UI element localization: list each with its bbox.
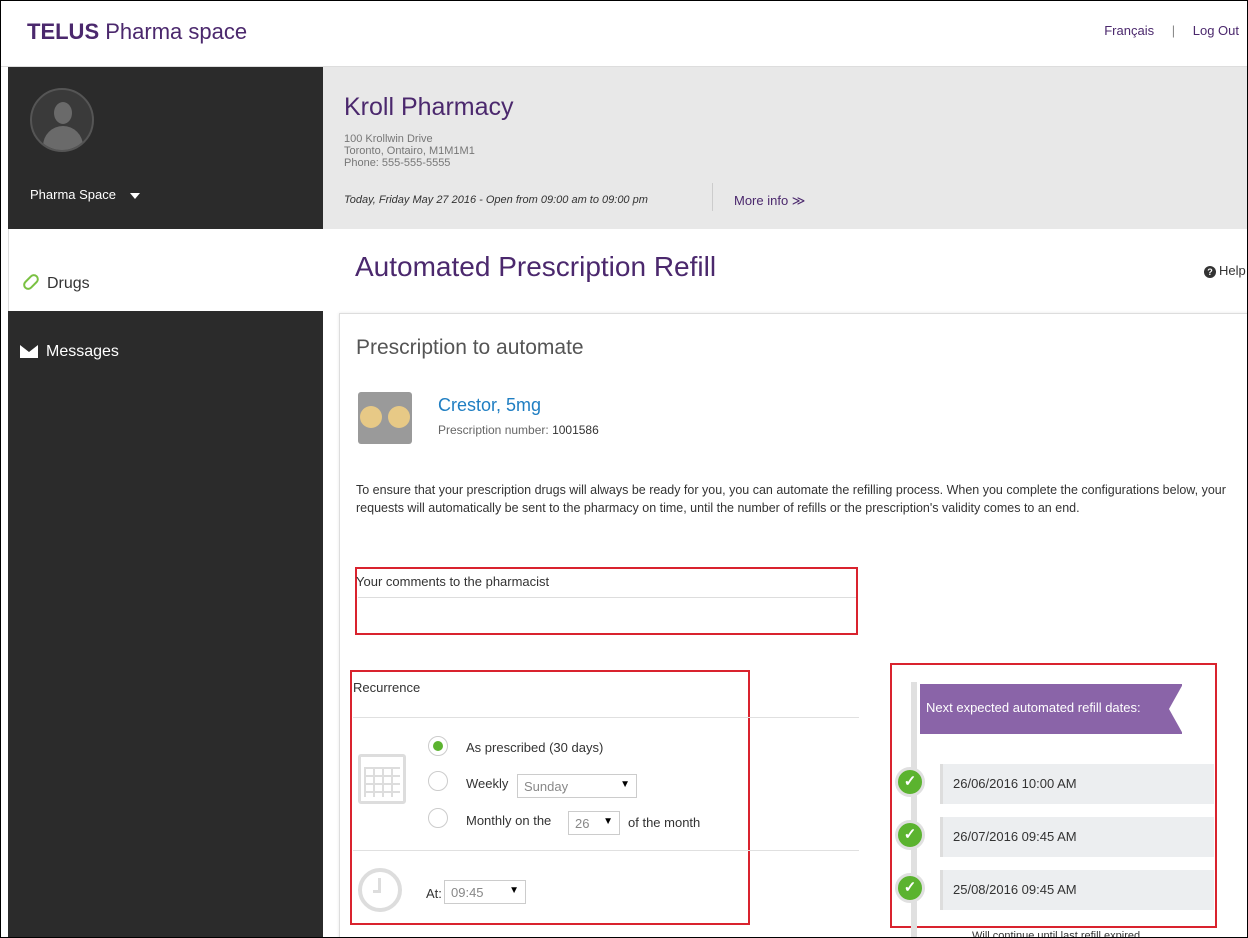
radio-monthly[interactable]	[428, 808, 448, 828]
sidebar: Pharma Space Drugs Messages	[8, 67, 323, 937]
chevron-down-icon: ▼	[509, 885, 519, 896]
weekly-day-select[interactable]: Sunday ▼	[517, 774, 637, 798]
monthly-suffix: of the month	[628, 815, 701, 830]
language-link[interactable]: Français	[1104, 23, 1154, 38]
divider	[353, 850, 859, 851]
option-weekly-label: Weekly	[466, 776, 509, 791]
monthly-day-select[interactable]: 26 ▼	[568, 811, 620, 835]
at-label: At:	[426, 886, 442, 901]
intro-text: To ensure that your prescription drugs w…	[356, 483, 1226, 515]
profile-panel: Pharma Space	[8, 67, 323, 229]
help-link[interactable]: ? Help	[1204, 263, 1246, 278]
top-links: Français | Log Out	[1104, 23, 1239, 38]
pill-icon	[21, 272, 41, 292]
prescription-card: Prescription to automate Crestor, 5mg Pr…	[339, 313, 1247, 938]
more-info-link[interactable]: More info ≫	[734, 193, 805, 209]
time-value: 09:45	[451, 885, 484, 900]
link-separator: |	[1171, 23, 1176, 38]
pharmacy-address: 100 Krollwin Drive Toronto, Ontairo, M1M…	[344, 133, 475, 169]
refill-note: Will continue until last refill expired	[972, 930, 1141, 938]
brand-logo[interactable]: TELUS Pharma space	[27, 19, 247, 45]
sidebar-item-label: Messages	[46, 343, 119, 360]
calendar-icon	[358, 754, 406, 804]
check-icon: ✓	[895, 873, 925, 903]
brand-rest: Pharma space	[105, 19, 248, 44]
rx-label: Prescription number:	[438, 423, 549, 437]
address-line2: Toronto, Ontairo, M1M1M1	[344, 145, 475, 157]
option-monthly-label: Monthly on the	[466, 813, 552, 828]
comments-label: Your comments to the pharmacist	[356, 574, 550, 589]
refill-banner: Next expected automated refill dates:	[920, 684, 1183, 734]
profile-menu[interactable]: Pharma Space	[30, 187, 140, 202]
brand-bold: TELUS	[27, 19, 100, 44]
comments-input[interactable]	[358, 597, 856, 632]
pharmacy-header: Kroll Pharmacy 100 Krollwin Drive Toront…	[323, 67, 1247, 229]
check-icon: ✓	[895, 767, 925, 797]
weekly-day-value: Sunday	[524, 779, 569, 794]
prescription-number: Prescription number: 1001586	[438, 423, 599, 437]
caret-down-icon	[129, 192, 140, 199]
option-as-prescribed-label: As prescribed (30 days)	[466, 740, 604, 755]
chevron-down-icon: ▼	[620, 779, 630, 790]
refill-date-row: 26/07/2016 09:45 AM	[940, 817, 1214, 857]
chevron-down-icon: ▼	[603, 816, 613, 827]
drug-image	[358, 392, 412, 444]
time-select[interactable]: 09:45 ▼	[444, 880, 526, 904]
monthly-day-value: 26	[575, 816, 590, 831]
page-title: Automated Prescription Refill	[355, 251, 717, 282]
logout-link[interactable]: Log Out	[1193, 23, 1239, 38]
tablet-icon	[360, 406, 382, 428]
clock-icon	[358, 868, 402, 912]
divider	[712, 183, 713, 211]
help-label: Help	[1219, 263, 1246, 278]
avatar-head-icon	[54, 102, 72, 124]
question-circle-icon: ?	[1204, 266, 1216, 278]
profile-name: Pharma Space	[30, 187, 116, 202]
address-line1: 100 Krollwin Drive	[344, 133, 433, 145]
pharmacy-name: Kroll Pharmacy	[344, 93, 514, 121]
divider	[353, 717, 859, 718]
drug-name-link[interactable]: Crestor, 5mg	[438, 395, 541, 416]
envelope-icon	[20, 345, 38, 358]
radio-weekly[interactable]	[428, 771, 448, 791]
rx-value: 1001586	[552, 423, 599, 437]
avatar-body-icon	[43, 126, 83, 150]
pharmacy-phone: Phone: 555-555-5555	[344, 157, 451, 169]
sidebar-item-drugs[interactable]: Drugs	[8, 229, 323, 311]
radio-as-prescribed[interactable]	[428, 736, 448, 756]
pharmacy-hours: Today, Friday May 27 2016 - Open from 09…	[344, 194, 648, 206]
sidebar-item-label: Drugs	[47, 275, 90, 292]
refill-date-row: 26/06/2016 10:00 AM	[940, 764, 1214, 804]
top-bar: TELUS Pharma space Français | Log Out	[1, 1, 1247, 67]
avatar[interactable]	[30, 88, 94, 152]
tablet-icon	[388, 406, 410, 428]
app-window: TELUS Pharma space Français | Log Out Ph…	[0, 0, 1248, 938]
refill-date-row: 25/08/2016 09:45 AM	[940, 870, 1214, 910]
card-title: Prescription to automate	[356, 336, 584, 359]
sidebar-item-messages[interactable]: Messages	[8, 327, 323, 367]
recurrence-title: Recurrence	[353, 680, 421, 695]
check-icon: ✓	[895, 820, 925, 850]
